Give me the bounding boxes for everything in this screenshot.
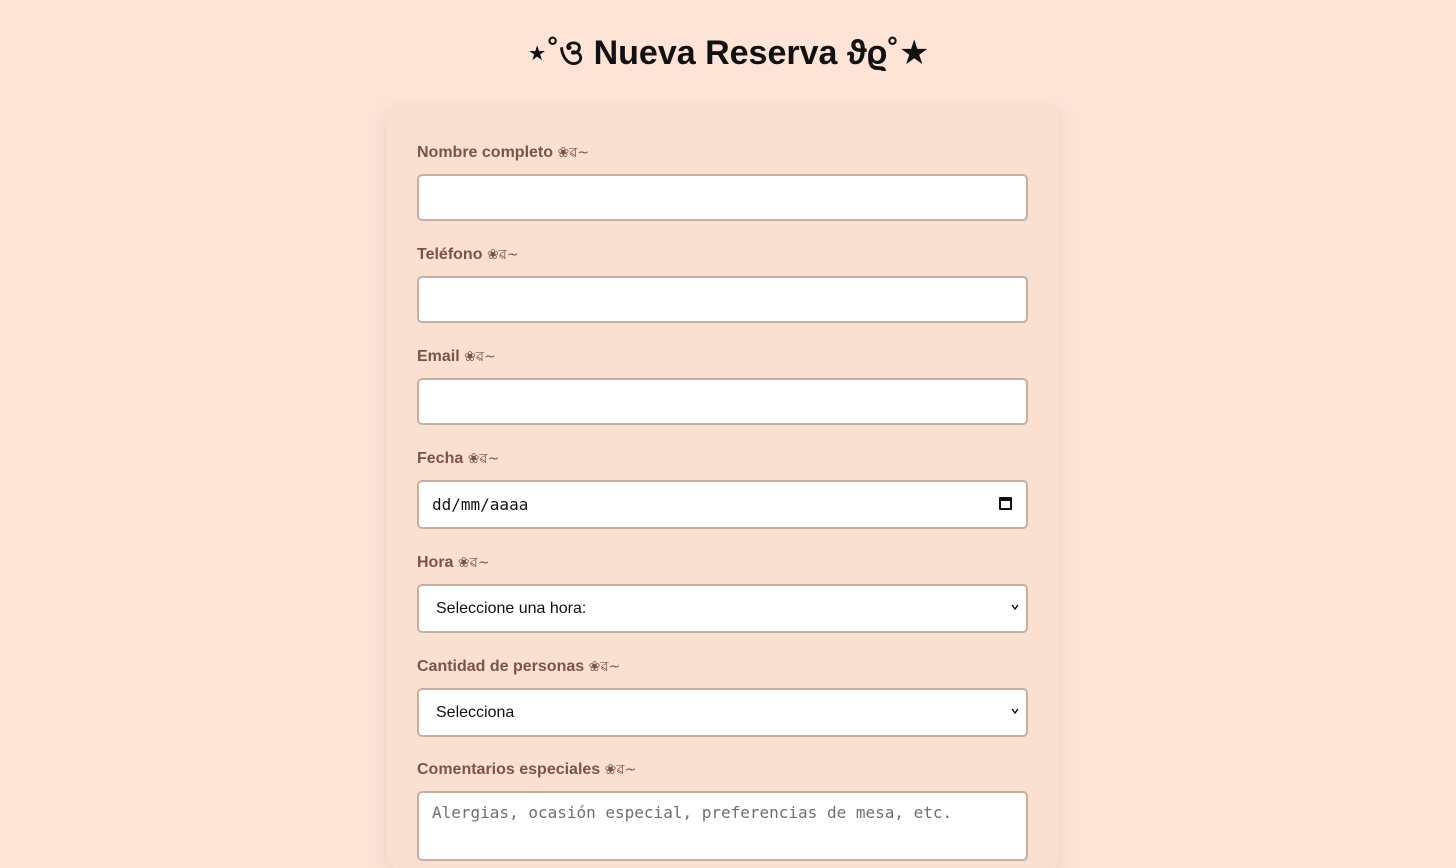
chevron-down-icon bbox=[1011, 604, 1019, 611]
flower-decoration-icon: ❀ৱ~ bbox=[457, 555, 490, 571]
nombre-input[interactable] bbox=[417, 174, 1028, 221]
comentarios-placeholder: Alergias, ocasión especial, preferencias… bbox=[432, 803, 953, 822]
field-telefono: Teléfono ❀ৱ~ bbox=[417, 245, 1028, 323]
telefono-label: Teléfono ❀ৱ~ bbox=[417, 245, 1028, 265]
email-label-text: Email bbox=[417, 348, 460, 365]
flower-decoration-icon: ❀ৱ~ bbox=[588, 659, 621, 675]
field-comentarios: Comentarios especiales ❀ৱ~ Alergias, oca… bbox=[417, 760, 1028, 861]
comentarios-textarea[interactable]: Alergias, ocasión especial, preferencias… bbox=[417, 791, 1028, 861]
hora-selected-value: Seleccione una hora: bbox=[436, 600, 587, 617]
flower-decoration-icon: ❀ৱ~ bbox=[464, 349, 496, 365]
comentarios-label-text: Comentarios especiales bbox=[417, 761, 601, 778]
personas-selected-value: Selecciona bbox=[436, 704, 515, 721]
fecha-date-placeholder: dd/mm/aaaa bbox=[432, 495, 529, 514]
hora-label: Hora ❀ৱ~ bbox=[417, 553, 1028, 573]
personas-label-text: Cantidad de personas bbox=[417, 658, 585, 675]
nombre-label-text: Nombre completo bbox=[417, 144, 554, 161]
fecha-label: Fecha ❀ৱ~ bbox=[417, 449, 1028, 469]
fecha-label-text: Fecha bbox=[417, 450, 464, 467]
field-fecha: Fecha ❀ৱ~ dd/mm/aaaa bbox=[417, 449, 1028, 529]
comentarios-label: Comentarios especiales ❀ৱ~ bbox=[417, 760, 1028, 780]
personas-select[interactable]: Selecciona bbox=[417, 688, 1028, 737]
fecha-date-input[interactable]: dd/mm/aaaa bbox=[417, 480, 1028, 529]
field-email: Email ❀ৱ~ bbox=[417, 347, 1028, 425]
reservation-form: Nombre completo ❀ৱ~ Teléfono ❀ৱ~ Email ❀… bbox=[387, 108, 1059, 868]
calendar-icon[interactable] bbox=[999, 497, 1012, 510]
hora-select[interactable]: Seleccione una hora: bbox=[417, 584, 1028, 633]
chevron-down-icon bbox=[1011, 708, 1019, 715]
field-nombre: Nombre completo ❀ৱ~ bbox=[417, 143, 1028, 221]
page-title: ⋆˚ও Nueva Reserva ϑϱ˚★ bbox=[526, 34, 930, 72]
email-label: Email ❀ৱ~ bbox=[417, 347, 1028, 367]
flower-decoration-icon: ❀ৱ~ bbox=[604, 762, 637, 778]
email-input[interactable] bbox=[417, 378, 1028, 425]
flower-decoration-icon: ❀ৱ~ bbox=[467, 451, 500, 467]
hora-label-text: Hora bbox=[417, 554, 454, 571]
telefono-label-text: Teléfono bbox=[417, 246, 483, 263]
telefono-input[interactable] bbox=[417, 276, 1028, 323]
flower-decoration-icon: ❀ৱ~ bbox=[557, 145, 590, 161]
nombre-label: Nombre completo ❀ৱ~ bbox=[417, 143, 1028, 163]
field-personas: Cantidad de personas ❀ৱ~ Selecciona bbox=[417, 657, 1028, 737]
personas-label: Cantidad de personas ❀ৱ~ bbox=[417, 657, 1028, 677]
field-hora: Hora ❀ৱ~ Seleccione una hora: bbox=[417, 553, 1028, 633]
flower-decoration-icon: ❀ৱ~ bbox=[486, 247, 519, 263]
